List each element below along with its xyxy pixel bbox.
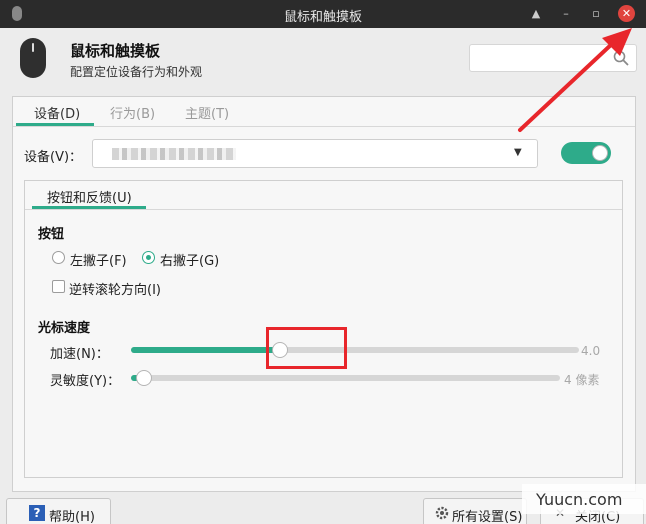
reverse-scroll-checkbox[interactable] (52, 280, 65, 293)
sensitivity-value: 4 像素 (564, 373, 600, 387)
acceleration-slider[interactable] (131, 347, 579, 353)
right-handed-label[interactable]: 右撇子(G) (160, 250, 219, 269)
active-tab-indicator (16, 123, 94, 126)
buttons-heading: 按钮 (38, 227, 65, 242)
tab-theme[interactable]: 主题(T) (185, 103, 229, 122)
sensitivity-label: 灵敏度(Y)： (50, 374, 121, 389)
device-label: 设备(V)： (24, 150, 83, 165)
left-handed-radio[interactable] (52, 251, 65, 264)
sensitivity-handle[interactable] (136, 370, 152, 386)
tab-buttons-feedback[interactable]: 按钮和反馈(U) (47, 187, 132, 206)
dropdown-arrow-icon[interactable]: ▼ (514, 147, 522, 158)
help-label: 帮助(H) (49, 510, 95, 524)
acceleration-value: 4.0 (581, 344, 601, 358)
right-handed-radio[interactable] (142, 251, 155, 264)
page-subtitle: 配置定位设备行为和外观 (70, 65, 203, 79)
help-button[interactable]: ? 帮助(H) (6, 498, 111, 524)
watermark: Yuucn.com (522, 484, 646, 514)
acceleration-fill (131, 347, 281, 353)
arrow-annotation-icon (518, 28, 632, 132)
device-name-redacted (112, 148, 236, 160)
acceleration-label: 加速(N)： (50, 347, 109, 362)
page-title: 鼠标和触摸板 (70, 42, 161, 60)
inner-active-tab-indicator (32, 206, 146, 209)
sensitivity-slider[interactable] (131, 375, 560, 381)
left-handed-label[interactable]: 左撇子(F) (70, 250, 127, 269)
all-settings-label: 所有设置(S) (452, 510, 523, 524)
mouse-icon (20, 38, 46, 78)
reverse-scroll-label[interactable]: 逆转滚轮方向(I) (69, 279, 161, 298)
device-enable-toggle[interactable] (561, 142, 611, 164)
highlight-box-annotation (266, 327, 347, 369)
all-settings-button[interactable]: 所有设置(S) (423, 498, 527, 524)
tab-behavior[interactable]: 行为(B) (110, 103, 155, 122)
tab-device[interactable]: 设备(D) (34, 103, 80, 122)
help-icon: ? (29, 505, 45, 521)
pointer-speed-heading: 光标速度 (38, 321, 91, 336)
settings-icon (435, 506, 449, 520)
toggle-knob (592, 145, 608, 161)
inner-tab-divider (25, 209, 622, 210)
